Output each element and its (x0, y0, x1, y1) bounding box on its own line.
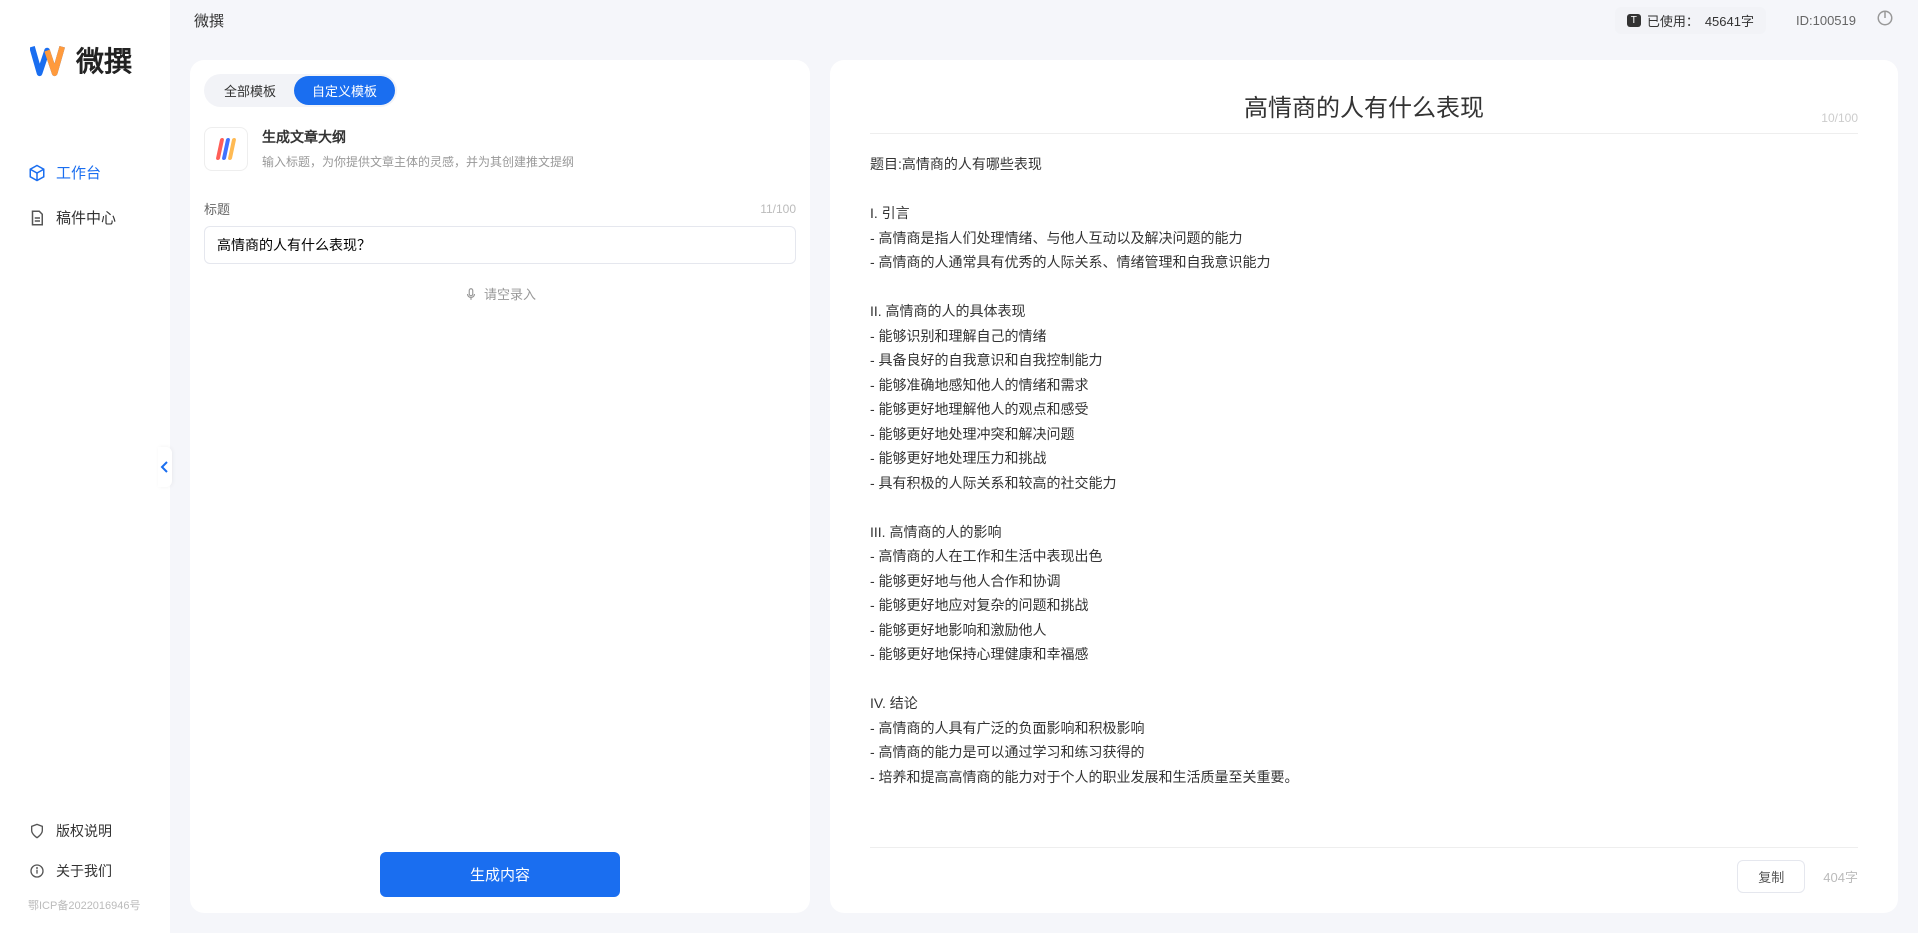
user-id: ID:100519 (1796, 13, 1856, 28)
icp-text: 鄂ICP备2022016946号 (0, 891, 170, 923)
form-area: 标题 11/100 请空录入 (190, 179, 810, 836)
template-card[interactable]: 生成文章大纲 输入标题，为你提供文章主体的灵感，并为其创建推文提纲 (190, 107, 810, 179)
template-title: 生成文章大纲 (262, 127, 574, 147)
nav-item-label: 工作台 (56, 162, 101, 183)
mic-icon (464, 287, 478, 301)
usage-indicator[interactable]: T 已使用： 45641字 (1615, 7, 1766, 34)
template-panel: 全部模板 自定义模板 生成文章大纲 输入标题，为你提供文章主 (190, 60, 810, 913)
output-title: 高情商的人有什么表现 (1244, 88, 1484, 123)
tab-custom-templates[interactable]: 自定义模板 (294, 76, 395, 105)
sidebar-collapse-handle[interactable] (158, 447, 172, 487)
title-input[interactable] (204, 226, 796, 264)
tab-all-templates[interactable]: 全部模板 (206, 76, 294, 105)
logo-icon (30, 43, 68, 77)
usage-value: 45641字 (1705, 11, 1754, 30)
nav-drafts[interactable]: 稿件中心 (0, 195, 170, 240)
template-icon (204, 127, 248, 171)
power-icon[interactable] (1876, 9, 1894, 31)
nav-item-label: 稿件中心 (56, 207, 116, 228)
output-word-count: 404字 (1823, 867, 1858, 886)
copy-button[interactable]: 复制 (1737, 860, 1805, 893)
logo-text: 微撰 (76, 40, 132, 80)
output-body[interactable]: 题目:高情商的人有哪些表现 I. 引言 - 高情商是指人们处理情绪、与他人互动以… (870, 152, 1858, 835)
shield-icon (28, 822, 46, 840)
nav-item-label: 版权说明 (56, 821, 112, 841)
topbar-title: 微撰 (194, 10, 224, 31)
nav-item-label: 关于我们 (56, 861, 112, 881)
sidebar: 微撰 工作台 稿件中心 版权说明 (0, 0, 170, 933)
document-icon (28, 209, 46, 227)
title-label: 标题 (204, 199, 230, 218)
nav-about[interactable]: 关于我们 (0, 851, 170, 891)
nav-workbench[interactable]: 工作台 (0, 150, 170, 195)
generate-button[interactable]: 生成内容 (380, 852, 620, 897)
template-tabs: 全部模板 自定义模板 (190, 60, 810, 107)
text-badge-icon: T (1627, 14, 1641, 27)
output-panel: 高情商的人有什么表现 10/100 题目:高情商的人有哪些表现 I. 引言 - … (830, 60, 1898, 913)
nav-copyright[interactable]: 版权说明 (0, 811, 170, 851)
voice-input-button[interactable]: 请空录入 (204, 264, 796, 323)
usage-prefix: 已使用： (1647, 11, 1699, 30)
logo[interactable]: 微撰 (0, 30, 170, 110)
cube-icon (28, 164, 46, 182)
voice-hint: 请空录入 (484, 284, 536, 303)
title-count-hint: 11/100 (760, 202, 796, 216)
output-title-count: 10/100 (1821, 111, 1858, 125)
nav: 工作台 稿件中心 (0, 110, 170, 811)
sidebar-bottom: 版权说明 关于我们 鄂ICP备2022016946号 (0, 811, 170, 933)
main: 微撰 T 已使用： 45641字 ID:100519 全部模板 自定义模板 (170, 0, 1918, 933)
topbar: 微撰 T 已使用： 45641字 ID:100519 (170, 0, 1918, 40)
template-desc: 输入标题，为你提供文章主体的灵感，并为其创建推文提纲 (262, 153, 574, 170)
info-icon (28, 862, 46, 880)
